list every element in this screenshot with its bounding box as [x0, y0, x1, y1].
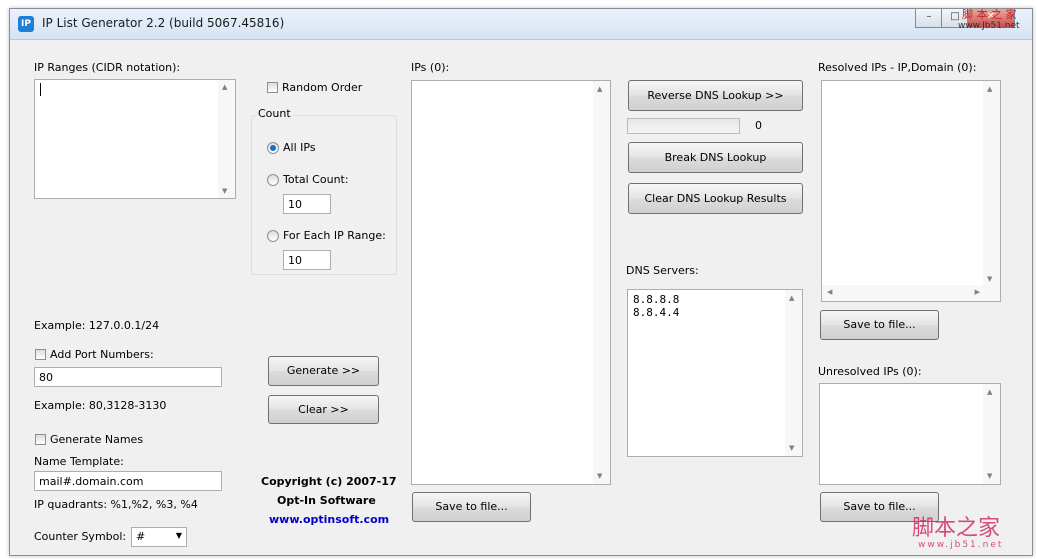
main-panel: IP Ranges (CIDR notation): ▲ ▼ Example: … — [10, 40, 1032, 555]
example-cidr-text: Example: 127.0.0.1/24 — [34, 319, 160, 332]
count-group-label: Count — [256, 107, 293, 120]
chevron-down-icon[interactable]: ▼ — [176, 531, 182, 540]
app-icon: IP — [18, 16, 34, 32]
scroll-down-icon[interactable]: ▼ — [987, 275, 992, 283]
title-bar: IP IP List Generator 2.2 (build 5067.458… — [10, 9, 1032, 40]
name-template-input[interactable] — [34, 471, 222, 491]
unresolved-scrollbar[interactable]: ▲ ▼ — [983, 384, 1000, 484]
company-name: Opt-In Software — [277, 494, 376, 507]
website-link[interactable]: www.optinsoft.com — [269, 513, 389, 526]
generate-button[interactable]: Generate >> — [268, 356, 379, 386]
total-count-input[interactable] — [283, 194, 331, 214]
ips-label: IPs (0): — [411, 61, 450, 74]
reverse-dns-button[interactable]: Reverse DNS Lookup >> — [628, 80, 803, 111]
scroll-up-icon[interactable]: ▲ — [789, 294, 794, 302]
total-count-radio[interactable] — [267, 174, 279, 186]
dns-progress-bar — [627, 118, 740, 134]
generate-names-label: Generate Names — [50, 433, 144, 446]
dns-progress-value: 0 — [755, 119, 762, 132]
text-cursor — [40, 83, 41, 96]
dns-servers-list: 8.8.8.8 8.8.4.4 — [633, 293, 679, 319]
dns-server-entry: 8.8.4.4 — [633, 306, 680, 319]
all-ips-label: All IPs — [283, 141, 316, 154]
watermark-top: 脚 本 之 家 — [962, 8, 1017, 21]
window-title: IP List Generator 2.2 (build 5067.45816) — [42, 16, 285, 30]
generate-names-checkbox[interactable] — [35, 434, 46, 445]
random-order-checkbox[interactable] — [267, 82, 278, 93]
dns-servers-textarea[interactable]: 8.8.8.8 8.8.4.4 ▲ ▼ — [627, 289, 803, 457]
ips-save-button[interactable]: Save to file... — [412, 492, 531, 522]
copyright-text: Copyright (c) 2007-17 — [261, 475, 397, 488]
resolved-hscrollbar[interactable]: ◀ ▶ — [822, 285, 1000, 301]
dns-servers-label: DNS Servers: — [626, 264, 699, 277]
unresolved-label: Unresolved IPs (0): — [818, 365, 922, 378]
ips-scrollbar[interactable]: ▲ ▼ — [593, 81, 610, 484]
scroll-down-icon[interactable]: ▼ — [987, 472, 992, 480]
clear-button[interactable]: Clear >> — [268, 395, 379, 424]
break-dns-button[interactable]: Break DNS Lookup — [628, 142, 803, 173]
scroll-up-icon[interactable]: ▲ — [597, 85, 602, 93]
all-ips-radio[interactable] — [267, 142, 279, 154]
counter-symbol-select[interactable]: # ▼ — [131, 527, 187, 547]
unresolved-list[interactable]: ▲ ▼ — [819, 383, 1001, 485]
each-range-input[interactable] — [283, 250, 331, 270]
dns-server-entry: 8.8.8.8 — [633, 293, 680, 306]
counter-symbol-value: # — [136, 530, 146, 543]
watermark-bottom-url: www.jb51.net — [918, 540, 1004, 550]
app-window: IP IP List Generator 2.2 (build 5067.458… — [9, 8, 1033, 556]
each-range-radio[interactable] — [267, 230, 279, 242]
resolved-vscrollbar[interactable]: ▲ ▼ — [983, 81, 1000, 287]
ip-ranges-label: IP Ranges (CIDR notation): — [34, 61, 181, 74]
scroll-up-icon[interactable]: ▲ — [222, 83, 227, 91]
scroll-down-icon[interactable]: ▼ — [222, 187, 227, 195]
scroll-down-icon[interactable]: ▼ — [789, 444, 794, 452]
counter-symbol-label: Counter Symbol: — [34, 530, 127, 543]
dns-servers-scrollbar[interactable]: ▲ ▼ — [785, 290, 802, 456]
watermark-top-url: www.Jb51.net — [958, 21, 1020, 31]
clear-dns-results-button[interactable]: Clear DNS Lookup Results — [628, 183, 803, 214]
watermark-bottom: 脚本之家 — [912, 516, 1001, 541]
scroll-up-icon[interactable]: ▲ — [987, 85, 992, 93]
port-input[interactable] — [34, 367, 222, 387]
scroll-down-icon[interactable]: ▼ — [597, 472, 602, 480]
scroll-up-icon[interactable]: ▲ — [987, 388, 992, 396]
name-template-label: Name Template: — [34, 455, 124, 468]
ips-list[interactable]: ▲ ▼ — [411, 80, 611, 485]
add-port-label: Add Port Numbers: — [50, 348, 154, 361]
example-ports-text: Example: 80,3128-3130 — [34, 399, 167, 412]
add-port-checkbox[interactable] — [35, 349, 46, 360]
resolved-save-button[interactable]: Save to file... — [820, 310, 939, 340]
scroll-right-icon[interactable]: ▶ — [975, 288, 980, 296]
resolved-list[interactable]: ▲ ▼ ◀ ▶ — [821, 80, 1001, 302]
ip-quadrants-text: IP quadrants: %1,%2, %3, %4 — [34, 498, 198, 511]
random-order-label: Random Order — [282, 81, 363, 94]
total-count-label: Total Count: — [283, 173, 349, 186]
scroll-left-icon[interactable]: ◀ — [827, 288, 832, 296]
resolved-label: Resolved IPs - IP,Domain (0): — [818, 61, 977, 74]
ip-ranges-scrollbar[interactable]: ▲ ▼ — [218, 80, 235, 198]
each-range-label: For Each IP Range: — [283, 229, 386, 242]
ip-ranges-textarea[interactable]: ▲ ▼ — [34, 79, 236, 199]
minimize-icon[interactable]: – — [915, 9, 943, 28]
